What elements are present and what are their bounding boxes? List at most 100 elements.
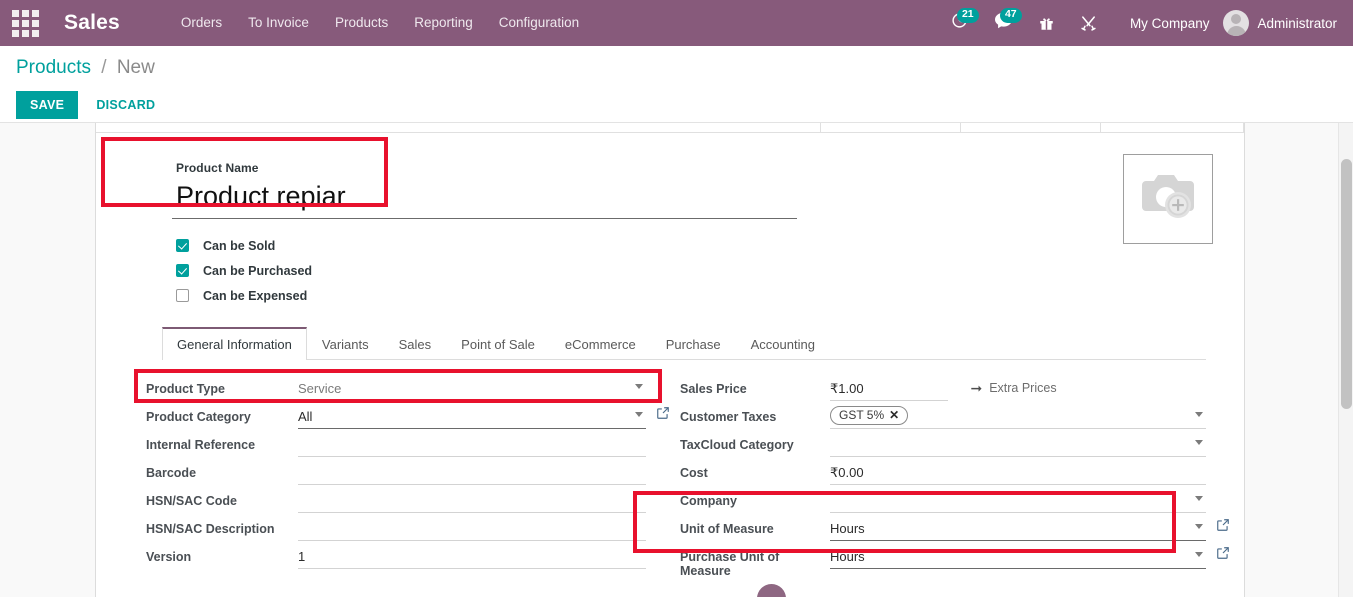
product-name-input[interactable] — [172, 177, 797, 219]
checkbox-row-can-be-sold[interactable]: Can be Sold — [134, 233, 1206, 258]
tax-tag[interactable]: GST 5% ✕ — [830, 406, 909, 425]
unit-of-measure-external-link-icon[interactable] — [1216, 518, 1230, 536]
product-type-chevron-down-icon[interactable] — [635, 384, 643, 389]
company-label: Company — [680, 494, 737, 508]
top-navbar: Sales Orders To Invoice Products Reporti… — [0, 0, 1353, 46]
product-type-label: Product Type — [146, 382, 225, 396]
vertical-scrollbar[interactable] — [1338, 123, 1353, 597]
extra-prices-label: Extra Prices — [989, 381, 1057, 395]
sales-price-label: Sales Price — [680, 382, 747, 396]
field-product-category: Product Category — [146, 406, 669, 434]
taxcloud-category-chevron-down-icon[interactable] — [1195, 440, 1203, 445]
activity-count-badge: 21 — [956, 8, 979, 23]
avatar — [1223, 10, 1250, 36]
customer-taxes-tag-list[interactable]: GST 5% ✕ — [830, 406, 1206, 429]
main-menu: Orders To Invoice Products Reporting Con… — [168, 0, 592, 46]
hsn-sac-code-label: HSN/SAC Code — [146, 494, 237, 508]
menu-item-configuration[interactable]: Configuration — [486, 0, 592, 46]
checkbox-row-can-be-purchased[interactable]: Can be Purchased — [134, 258, 1206, 283]
can-be-expensed-label: Can be Expensed — [203, 288, 308, 303]
tab-point-of-sale[interactable]: Point of Sale — [446, 327, 550, 360]
version-label: Version — [146, 550, 192, 564]
company-input[interactable] — [830, 490, 1206, 513]
app-brand-title[interactable]: Sales — [64, 11, 120, 35]
product-category-chevron-down-icon[interactable] — [635, 412, 643, 417]
can-be-purchased-checkbox[interactable] — [176, 264, 189, 277]
taxcloud-category-input[interactable] — [830, 434, 1206, 457]
gift-icon[interactable] — [1026, 0, 1067, 46]
menu-item-products[interactable]: Products — [322, 0, 401, 46]
version-input[interactable] — [298, 546, 646, 569]
field-company: Company — [680, 490, 1206, 518]
cost-input[interactable] — [830, 462, 1206, 485]
tab-general-information[interactable]: General Information — [162, 327, 307, 360]
product-category-external-link-icon[interactable] — [656, 406, 670, 424]
form-sheet: Product Name Can be Sold Can be Purchase… — [95, 123, 1245, 597]
customer-taxes-label: Customer Taxes — [680, 410, 777, 424]
record-action-buttons: SAVE DISCARD — [16, 91, 1353, 119]
field-version: Version — [146, 546, 646, 574]
tab-sales[interactable]: Sales — [384, 327, 447, 360]
field-barcode: Barcode — [146, 462, 646, 490]
purchase-unit-of-measure-input[interactable] — [830, 546, 1206, 569]
field-internal-reference: Internal Reference — [146, 434, 646, 462]
can-be-purchased-label: Can be Purchased — [203, 263, 313, 278]
product-flags: Can be Sold Can be Purchased Can be Expe… — [134, 233, 1206, 308]
navbar-systray: 21 47 My Company Administrator — [938, 0, 1341, 46]
barcode-label: Barcode — [146, 466, 197, 480]
can-be-expensed-checkbox[interactable] — [176, 289, 189, 302]
product-category-input[interactable] — [298, 406, 646, 429]
user-menu[interactable]: Administrator — [1223, 10, 1341, 36]
taxcloud-category-label: TaxCloud Category — [680, 438, 794, 452]
unit-of-measure-input[interactable] — [830, 518, 1206, 541]
tab-ecommerce[interactable]: eCommerce — [550, 327, 651, 360]
menu-item-orders[interactable]: Orders — [168, 0, 235, 46]
purchase-unit-of-measure-external-link-icon[interactable] — [1216, 546, 1230, 564]
menu-item-to-invoice[interactable]: To Invoice — [235, 0, 322, 46]
barcode-input[interactable] — [298, 462, 646, 485]
tab-variants[interactable]: Variants — [307, 327, 384, 360]
purchase-unit-of-measure-label: Purchase Unit of Measure — [680, 550, 780, 578]
messaging-menu[interactable]: 47 — [981, 0, 1026, 46]
field-cost: Cost — [680, 462, 1206, 490]
can-be-sold-label: Can be Sold — [203, 238, 276, 253]
customer-taxes-chevron-down-icon[interactable] — [1195, 412, 1203, 417]
field-product-type: Product Type — [146, 378, 646, 406]
scrollbar-thumb[interactable] — [1341, 159, 1352, 409]
sales-price-input[interactable] — [830, 378, 948, 401]
form-sheet-wrapper: Product Name Can be Sold Can be Purchase… — [95, 123, 1245, 597]
close-icon[interactable]: ✕ — [889, 408, 899, 422]
company-switcher[interactable]: My Company — [1110, 16, 1224, 31]
tab-accounting[interactable]: Accounting — [736, 327, 830, 360]
field-sales-price: Sales Price ➞ Extra Prices — [680, 378, 1206, 406]
general-information-pane: Product Type Product Category — [134, 360, 1229, 580]
apps-grid-icon[interactable] — [8, 6, 42, 40]
can-be-sold-checkbox[interactable] — [176, 239, 189, 252]
message-count-badge: 47 — [999, 8, 1022, 23]
form-column-right: Sales Price ➞ Extra Prices Customer Taxe… — [670, 378, 1229, 580]
discard-button[interactable]: DISCARD — [84, 91, 167, 119]
hsn-sac-description-input[interactable] — [298, 518, 646, 541]
save-button[interactable]: SAVE — [16, 91, 79, 119]
form-view-area: Product Name Can be Sold Can be Purchase… — [0, 122, 1353, 597]
purchase-unit-of-measure-chevron-down-icon[interactable] — [1195, 552, 1203, 557]
hsn-sac-code-input[interactable] — [298, 490, 646, 513]
tools-wrench-icon[interactable] — [1067, 0, 1110, 46]
field-hsn-sac-code: HSN/SAC Code — [146, 490, 646, 518]
checkbox-row-can-be-expensed[interactable]: Can be Expensed — [134, 283, 1206, 308]
control-panel: Products / New SAVE DISCARD — [0, 46, 1353, 122]
user-name-label: Administrator — [1257, 15, 1337, 31]
product-type-input[interactable] — [298, 378, 646, 401]
breadcrumb-products[interactable]: Products — [16, 57, 91, 78]
internal-reference-input[interactable] — [298, 434, 646, 457]
menu-item-reporting[interactable]: Reporting — [401, 0, 486, 46]
company-chevron-down-icon[interactable] — [1195, 496, 1203, 501]
extra-prices-link[interactable]: ➞ Extra Prices — [970, 378, 1056, 395]
field-taxcloud-category: TaxCloud Category — [680, 434, 1206, 462]
tax-tag-label: GST 5% — [839, 408, 885, 422]
tab-purchase[interactable]: Purchase — [651, 327, 736, 360]
field-unit-of-measure: Unit of Measure — [680, 518, 1229, 546]
activity-menu[interactable]: 21 — [938, 0, 981, 46]
unit-of-measure-chevron-down-icon[interactable] — [1195, 524, 1203, 529]
field-customer-taxes: Customer Taxes GST 5% ✕ — [680, 406, 1206, 434]
